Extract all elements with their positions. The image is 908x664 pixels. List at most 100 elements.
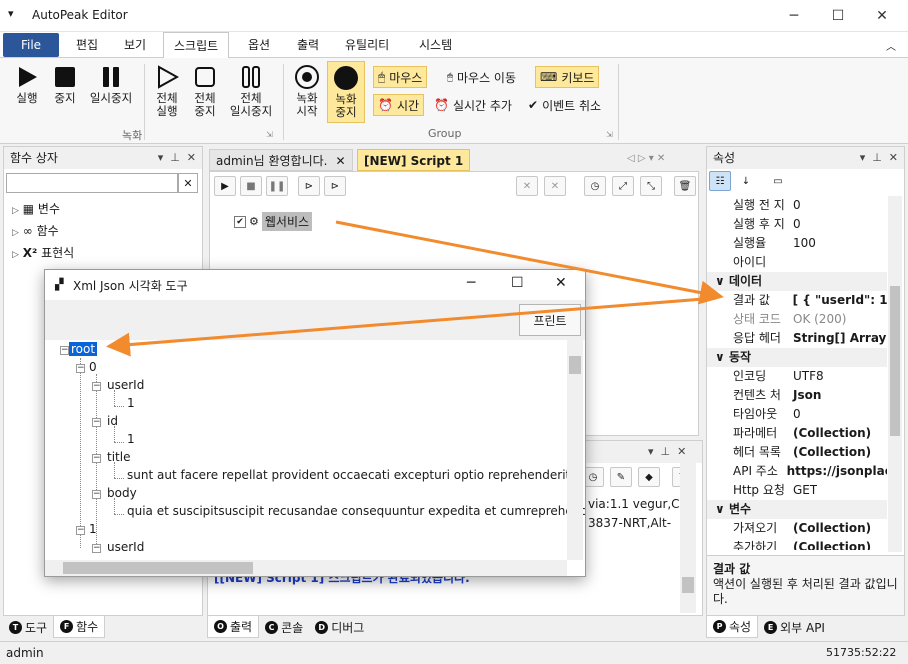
tab-properties[interactable]: P 속성: [706, 616, 759, 638]
group-expand-icon[interactable]: ⇲: [606, 130, 613, 139]
run-button[interactable]: 실행: [8, 64, 46, 105]
realtime-add-toggle[interactable]: ⏰ 실시간 추가: [430, 94, 516, 116]
property-pages-icon[interactable]: ▭: [767, 171, 789, 191]
tab-welcome[interactable]: admin님 환영합니다. ✕: [209, 149, 353, 171]
collapse-icon[interactable]: −: [92, 382, 101, 391]
category-variables[interactable]: ∨ 변수: [707, 500, 887, 519]
property-row[interactable]: 상태 코드 OK (200): [707, 310, 887, 329]
collapse-icon[interactable]: −: [92, 454, 101, 463]
stop-all-button[interactable]: 전체 중지: [186, 64, 224, 118]
menu-utility[interactable]: 유틸리티: [335, 32, 399, 58]
run-all-button[interactable]: 전체 실행: [148, 64, 186, 118]
scrollbar-thumb[interactable]: [890, 286, 900, 436]
menu-options[interactable]: 옵션: [238, 32, 280, 58]
property-row[interactable]: 아이디: [707, 253, 887, 272]
record-stop-button[interactable]: 녹화 중지: [327, 61, 365, 123]
tree-node-id[interactable]: id: [107, 414, 118, 428]
tree-item-functions[interactable]: ▷ ∞ 함수: [12, 221, 74, 243]
tree-value[interactable]: quia et suscipitsuscipit recusandae cons…: [127, 504, 585, 518]
menu-edit[interactable]: 편집: [66, 32, 108, 58]
tree-value[interactable]: sunt aut facere repellat provident occae…: [127, 468, 570, 482]
mouse-toggle[interactable]: 🖱 마우스: [373, 66, 428, 88]
script-step-button[interactable]: ⊳: [298, 176, 320, 196]
scrollbar-thumb[interactable]: [569, 356, 581, 374]
tab-console[interactable]: C 콘솔: [259, 616, 309, 638]
property-row[interactable]: 결과 값[ { "userId": 1: [707, 291, 887, 310]
categorized-icon[interactable]: ☷: [709, 171, 731, 191]
tab-debug[interactable]: D 디버그: [309, 616, 370, 638]
tab-external-api[interactable]: E 외부 API: [758, 616, 831, 638]
collapse-icon[interactable]: −: [92, 490, 101, 499]
collapse-icon[interactable]: −: [92, 544, 101, 553]
collapse-button[interactable]: ⤡: [640, 176, 662, 196]
category-action[interactable]: ∨ 동작: [707, 348, 887, 367]
tree-node-0[interactable]: 0: [89, 360, 97, 374]
panel-controls[interactable]: ▾ ⊥ ✕: [158, 147, 196, 169]
close-tab-icon[interactable]: ✕: [335, 150, 345, 170]
tree-node-userid[interactable]: userId: [107, 378, 144, 392]
tab-script-1[interactable]: [NEW] Script 1: [357, 149, 471, 171]
sort-az-icon[interactable]: ↓: [735, 171, 757, 191]
pause-button[interactable]: 일시중지: [86, 64, 136, 105]
panel-controls[interactable]: ▾ ⊥ ✕: [648, 445, 686, 458]
stop-button[interactable]: 중지: [46, 64, 84, 105]
property-row[interactable]: 가져오기 (Collection): [707, 519, 887, 538]
keyboard-toggle[interactable]: ⌨ 키보드: [535, 66, 600, 88]
tree-value[interactable]: 1: [127, 396, 135, 410]
trash-button[interactable]: 🗑: [674, 176, 696, 196]
dialog-minimize-button[interactable]: ─: [467, 275, 475, 291]
property-row[interactable]: 응답 헤더 String[] Array: [707, 329, 887, 348]
scrollbar-thumb[interactable]: [682, 577, 694, 593]
property-row[interactable]: API 주소https://jsonplace: [707, 462, 887, 481]
properties-scrollbar[interactable]: [888, 196, 902, 552]
tree-node-1[interactable]: 1: [89, 522, 97, 536]
tree-vertical-scrollbar[interactable]: [567, 340, 583, 560]
print-button[interactable]: 프린트: [519, 304, 581, 336]
collapse-icon[interactable]: −: [60, 346, 69, 355]
output-scrollbar[interactable]: [680, 463, 696, 613]
tab-functions[interactable]: F 함수: [53, 616, 106, 638]
tree-item-variables[interactable]: ▷ ▦ 변수: [12, 199, 74, 221]
record-start-button[interactable]: 녹화 시작: [288, 64, 326, 118]
brush-icon[interactable]: ✎: [610, 467, 632, 487]
menu-output[interactable]: 출력: [287, 32, 329, 58]
property-row[interactable]: 타임아웃 0: [707, 405, 887, 424]
script-step-over-button[interactable]: ⊳: [324, 176, 346, 196]
app-menu-icon[interactable]: ▾: [8, 7, 14, 20]
tree-node-root[interactable]: root: [69, 342, 98, 356]
tree-value[interactable]: 1: [127, 432, 135, 446]
history-button[interactable]: ◷: [584, 176, 606, 196]
tree-item-expressions[interactable]: ▷ X² 표현식: [12, 243, 74, 265]
property-row[interactable]: Http 요청 GET: [707, 481, 887, 500]
property-row[interactable]: 실행 후 지0: [707, 215, 887, 234]
tree-horizontal-scrollbar[interactable]: [45, 560, 567, 576]
tree-node-body[interactable]: body: [107, 486, 137, 500]
collapse-ribbon-icon[interactable]: ︿: [886, 38, 896, 53]
dialog-maximize-button[interactable]: ☐: [511, 275, 524, 291]
property-row[interactable]: 헤더 목록 (Collection): [707, 443, 887, 462]
tab-nav-icons[interactable]: ◁ ▷ ▾ ✕: [627, 153, 665, 164]
delete-node-button[interactable]: ✕: [516, 176, 538, 196]
script-stop-button[interactable]: ■: [240, 176, 262, 196]
menu-system[interactable]: 시스템: [409, 32, 462, 58]
pause-all-button[interactable]: 전체 일시중지: [224, 64, 278, 118]
property-row[interactable]: 파라메터 (Collection): [707, 424, 887, 443]
property-row[interactable]: 실행 전 지0: [707, 196, 887, 215]
dialog-close-button[interactable]: ✕: [555, 275, 567, 291]
property-row[interactable]: 추가하기 (Collection): [707, 538, 887, 550]
node-checkbox[interactable]: ✔: [234, 215, 246, 228]
minimize-button[interactable]: ─: [772, 0, 816, 32]
group-expand-icon[interactable]: ⇲: [266, 130, 273, 139]
delete-all-button[interactable]: ✕: [544, 176, 566, 196]
script-pause-button[interactable]: ❚❚: [266, 176, 288, 196]
property-row[interactable]: 컨텐츠 처 Json: [707, 386, 887, 405]
tree-node-userid[interactable]: userId: [107, 540, 144, 554]
paint-bucket-icon[interactable]: ◆: [638, 467, 660, 487]
collapse-icon[interactable]: −: [76, 526, 85, 535]
clear-search-button[interactable]: ✕: [178, 173, 198, 193]
tab-tools[interactable]: T 도구: [3, 616, 53, 638]
maximize-button[interactable]: ☐: [816, 0, 860, 32]
menu-view[interactable]: 보기: [114, 32, 156, 58]
collapse-icon[interactable]: −: [92, 418, 101, 427]
property-row[interactable]: 실행율 100: [707, 234, 887, 253]
